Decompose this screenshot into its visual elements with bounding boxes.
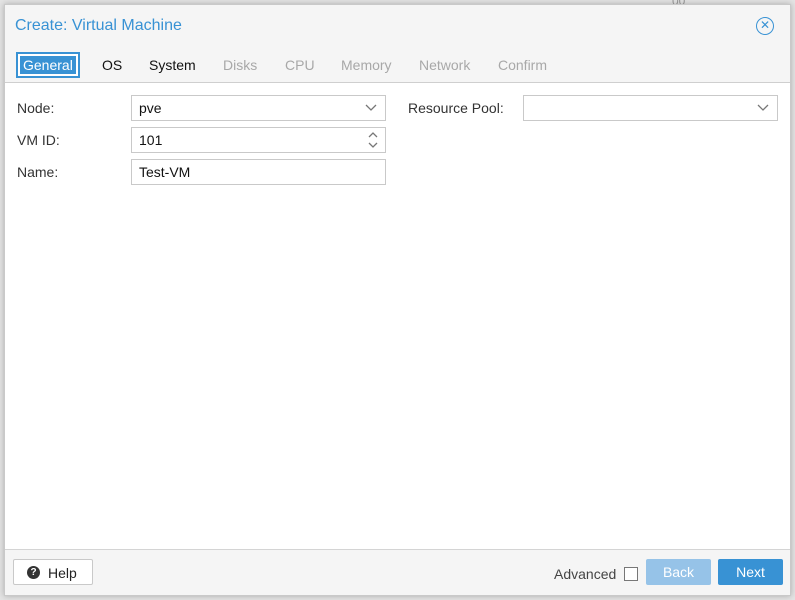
name-input[interactable]: Test-VM bbox=[131, 159, 386, 185]
vmid-spinner-field[interactable]: 101 bbox=[131, 127, 386, 153]
name-value: Test-VM bbox=[139, 164, 191, 180]
tab-os[interactable]: OS bbox=[102, 53, 122, 77]
advanced-checkbox[interactable] bbox=[624, 567, 638, 581]
resource-pool-label: Resource Pool: bbox=[408, 100, 504, 116]
tab-general[interactable]: General bbox=[17, 53, 79, 77]
advanced-label: Advanced bbox=[554, 566, 617, 582]
tab-disks: Disks bbox=[223, 57, 258, 73]
resource-pool-select[interactable] bbox=[523, 95, 778, 121]
vmid-label: VM ID: bbox=[17, 132, 60, 148]
dialog-header: Create: Virtual Machine ✕ bbox=[5, 5, 790, 47]
dialog-footer: ? Help Advanced Back Next bbox=[5, 549, 790, 595]
tab-memory: Memory bbox=[341, 57, 392, 73]
wizard-tabs: General OS System Disks CPU Memory Netwo… bbox=[5, 47, 790, 83]
tab-system[interactable]: System bbox=[149, 53, 196, 77]
node-select[interactable]: pve bbox=[131, 95, 386, 121]
close-icon[interactable]: ✕ bbox=[756, 17, 774, 35]
spinner-arrows-icon[interactable] bbox=[367, 130, 379, 150]
chevron-down-icon[interactable] bbox=[757, 96, 771, 120]
name-label: Name: bbox=[17, 164, 59, 180]
create-vm-dialog: Create: Virtual Machine ✕ General OS Sys… bbox=[4, 4, 791, 596]
tab-cpu: CPU bbox=[285, 57, 315, 73]
form-panel: Node: pve VM ID: 101 Name: Test-VM Resou… bbox=[5, 83, 790, 549]
help-button-label: Help bbox=[48, 565, 77, 581]
vmid-value: 101 bbox=[139, 132, 163, 148]
node-label: Node: bbox=[17, 100, 55, 116]
question-circle-icon: ? bbox=[27, 566, 40, 579]
next-button[interactable]: Next bbox=[718, 559, 783, 585]
tab-confirm: Confirm bbox=[498, 57, 548, 73]
dialog-title: Create: Virtual Machine bbox=[15, 17, 182, 34]
node-value: pve bbox=[139, 100, 162, 116]
help-button[interactable]: ? Help bbox=[13, 559, 93, 585]
chevron-down-icon[interactable] bbox=[365, 96, 379, 120]
tab-network: Network bbox=[419, 57, 471, 73]
back-button[interactable]: Back bbox=[646, 559, 711, 585]
